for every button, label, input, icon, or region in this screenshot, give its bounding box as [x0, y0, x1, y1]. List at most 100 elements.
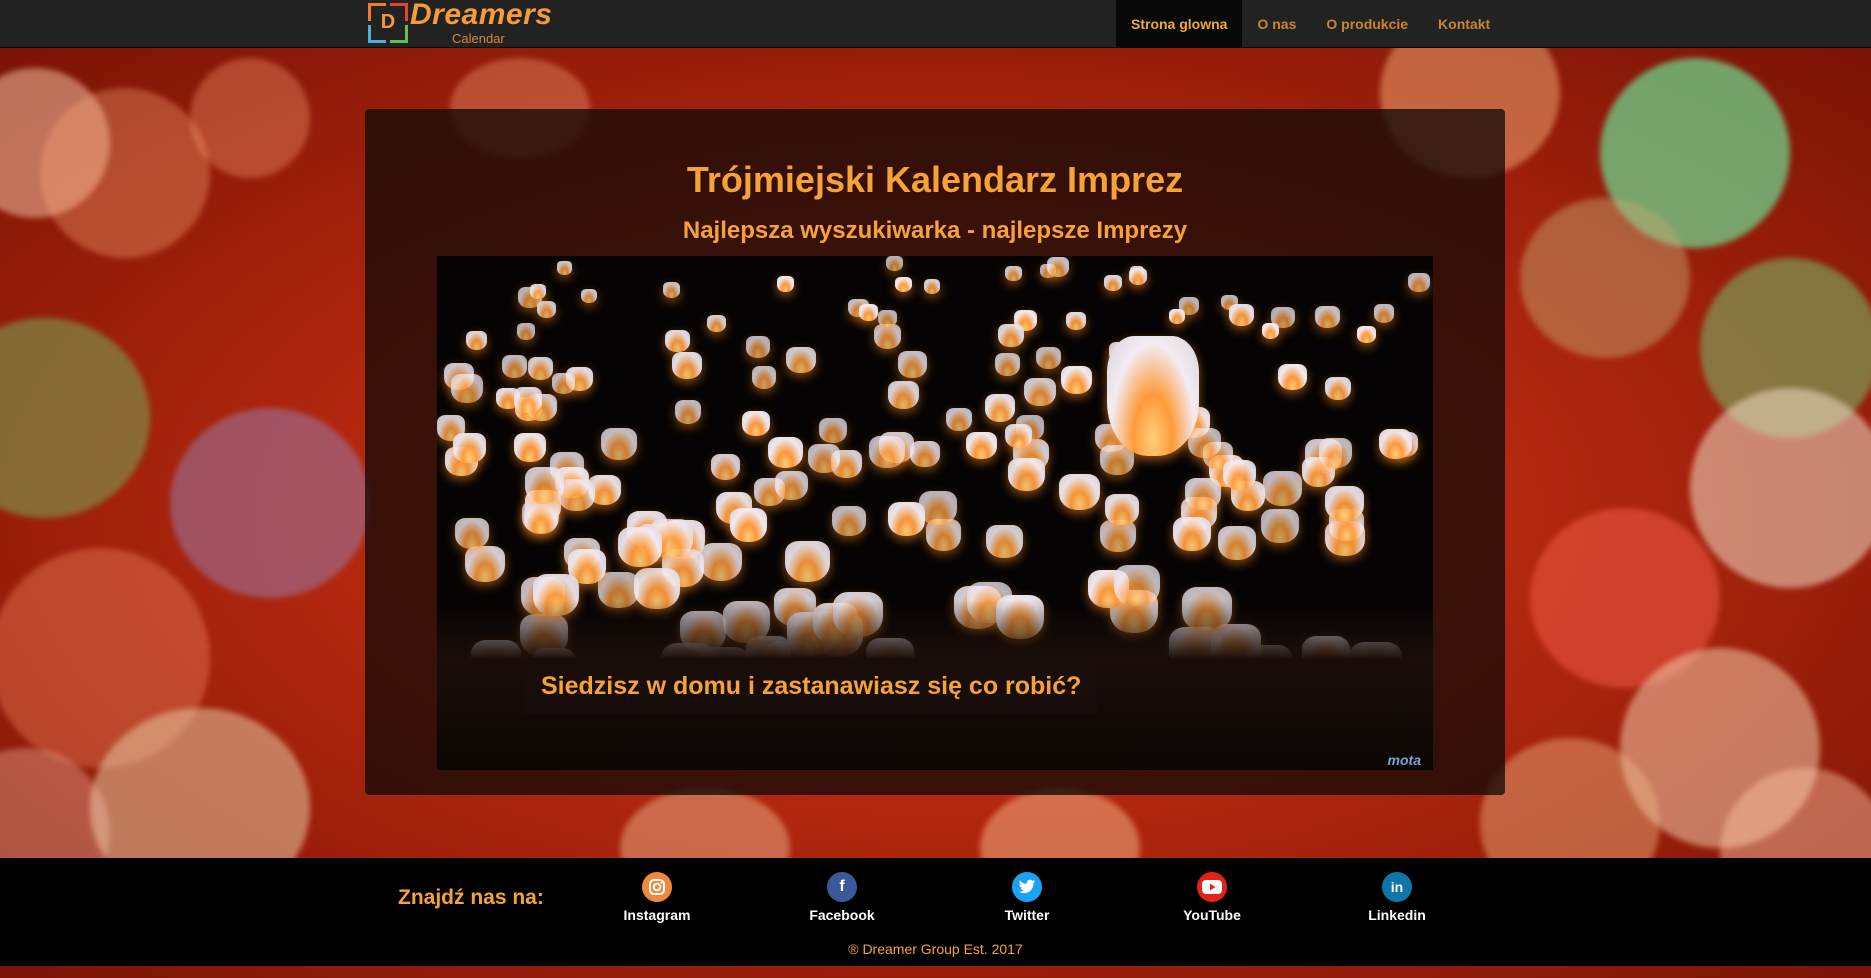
lantern-shape — [1261, 322, 1280, 339]
nav-item-strona-glowna[interactable]: Strona glowna — [1116, 0, 1243, 48]
lantern-shape — [807, 443, 841, 473]
brand-subtitle: Calendar — [452, 31, 505, 46]
lantern-shape — [450, 373, 483, 403]
social-label: YouTube — [1183, 907, 1241, 923]
lantern-shape — [523, 503, 558, 535]
lantern-shape — [1261, 509, 1299, 544]
lantern-shape — [768, 436, 803, 468]
lantern-shape — [662, 281, 681, 298]
social-link-instagram[interactable]: Instagram — [597, 872, 717, 923]
lantern-shape — [886, 256, 904, 272]
social-label: Linkedin — [1368, 907, 1426, 923]
lantern-shape — [878, 310, 898, 328]
lantern-shape — [1059, 474, 1100, 511]
lantern-shape — [894, 276, 912, 293]
lantern-shape — [513, 387, 543, 413]
instagram-icon — [642, 872, 672, 902]
lantern-shape — [1172, 516, 1211, 552]
facebook-icon: f — [827, 872, 857, 902]
lantern-shape — [1061, 366, 1093, 394]
lantern-shape — [1004, 423, 1032, 449]
lantern-shape — [465, 545, 506, 582]
lantern-shape — [786, 346, 816, 374]
lantern-shape — [998, 324, 1025, 348]
social-link-linkedin[interactable]: in Linkedin — [1337, 872, 1457, 923]
lantern-shape — [513, 433, 547, 463]
lantern-shape — [1185, 477, 1222, 511]
logo-mark-icon: D — [368, 3, 408, 43]
lantern-shape — [1047, 257, 1070, 278]
lantern-shape — [946, 408, 973, 432]
social-label: Twitter — [1004, 907, 1050, 923]
lantern-shape — [729, 508, 767, 542]
lantern-shape — [1319, 438, 1353, 469]
lantern-shape — [966, 431, 997, 460]
lantern-shape — [1008, 458, 1045, 492]
lantern-shape — [1005, 265, 1022, 281]
lantern-shape — [742, 411, 770, 437]
social-label: Facebook — [809, 907, 875, 923]
nav-item-o-produkcie[interactable]: O produkcie — [1311, 0, 1423, 48]
lantern-shape — [1315, 306, 1340, 328]
lantern-shape — [1035, 346, 1062, 370]
lantern-shape — [672, 352, 702, 379]
lantern-shape — [898, 351, 928, 378]
lantern-shape — [710, 453, 741, 480]
lantern-shape — [887, 380, 919, 409]
lantern-shape — [1104, 275, 1123, 291]
lantern-shape — [776, 276, 795, 292]
lantern-shape — [923, 278, 941, 294]
lantern-shape — [517, 323, 536, 340]
lantern-shape — [995, 353, 1021, 376]
social-link-youtube[interactable]: YouTube — [1152, 872, 1272, 923]
lantern-shape — [617, 526, 663, 567]
linkedin-icon: in — [1382, 872, 1412, 902]
lantern-shape — [465, 330, 488, 350]
lantern-shape — [552, 373, 576, 395]
social-link-facebook[interactable]: f Facebook — [782, 872, 902, 923]
lantern-shape — [601, 427, 638, 461]
lantern-shape — [1325, 486, 1365, 522]
lantern-shape — [1024, 378, 1056, 407]
lantern-shape — [1229, 303, 1254, 326]
lantern-shape — [784, 541, 830, 582]
nav-item-kontakt[interactable]: Kontakt — [1423, 0, 1505, 48]
page-subtitle: Najlepsza wyszukiwarka - najlepsze Impre… — [682, 217, 1188, 244]
lantern-shape — [529, 284, 546, 299]
lantern-shape — [986, 524, 1023, 558]
lantern-shape — [910, 441, 940, 468]
page-title: Trójmiejski Kalendarz Imprez — [686, 159, 1184, 200]
lantern-shape — [1107, 336, 1199, 456]
logo-letter: D — [380, 11, 396, 33]
social-link-twitter[interactable]: Twitter — [967, 872, 1087, 923]
hero-caption: Siedzisz w domu i zastanawiasz się co ro… — [525, 658, 1098, 714]
lantern-shape — [1168, 309, 1186, 325]
lantern-shape — [751, 366, 777, 389]
twitter-icon — [1012, 872, 1042, 902]
lantern-shape — [536, 301, 557, 319]
lantern-shape — [819, 417, 848, 444]
lantern-shape — [1128, 267, 1148, 285]
lantern-shape — [1408, 273, 1430, 293]
main-panel: Trójmiejski Kalendarz Imprez Najlepsza w… — [365, 109, 1505, 795]
lantern-shape — [707, 315, 726, 333]
lantern-shape — [527, 357, 554, 381]
hero-image: Siedzisz w domu i zastanawiasz się co ro… — [437, 256, 1433, 770]
find-us-label: Znajdź nas na: — [398, 886, 544, 909]
lantern-shape — [1357, 326, 1376, 344]
lantern-shape — [674, 400, 702, 425]
brand-name: Dreamers — [410, 0, 553, 31]
lantern-shape — [1263, 470, 1302, 506]
main-nav: Strona glowna O nas O produkcie Kontakt — [1116, 0, 1505, 48]
top-navbar: D Dreamers Calendar Strona glowna O nas … — [0, 0, 1871, 48]
lantern-shape — [1187, 427, 1222, 458]
lantern-shape — [524, 467, 564, 503]
nav-item-o-nas[interactable]: O nas — [1242, 0, 1311, 48]
brand-logo[interactable]: D Dreamers Calendar — [366, 0, 556, 48]
lantern-shape — [873, 324, 902, 350]
lantern-shape — [832, 505, 867, 537]
lantern-shape — [581, 288, 598, 304]
lantern-shape — [888, 502, 926, 536]
copyright-text: ® Dreamer Group Est. 2017 — [848, 941, 1023, 957]
lantern-shape — [1104, 494, 1139, 525]
